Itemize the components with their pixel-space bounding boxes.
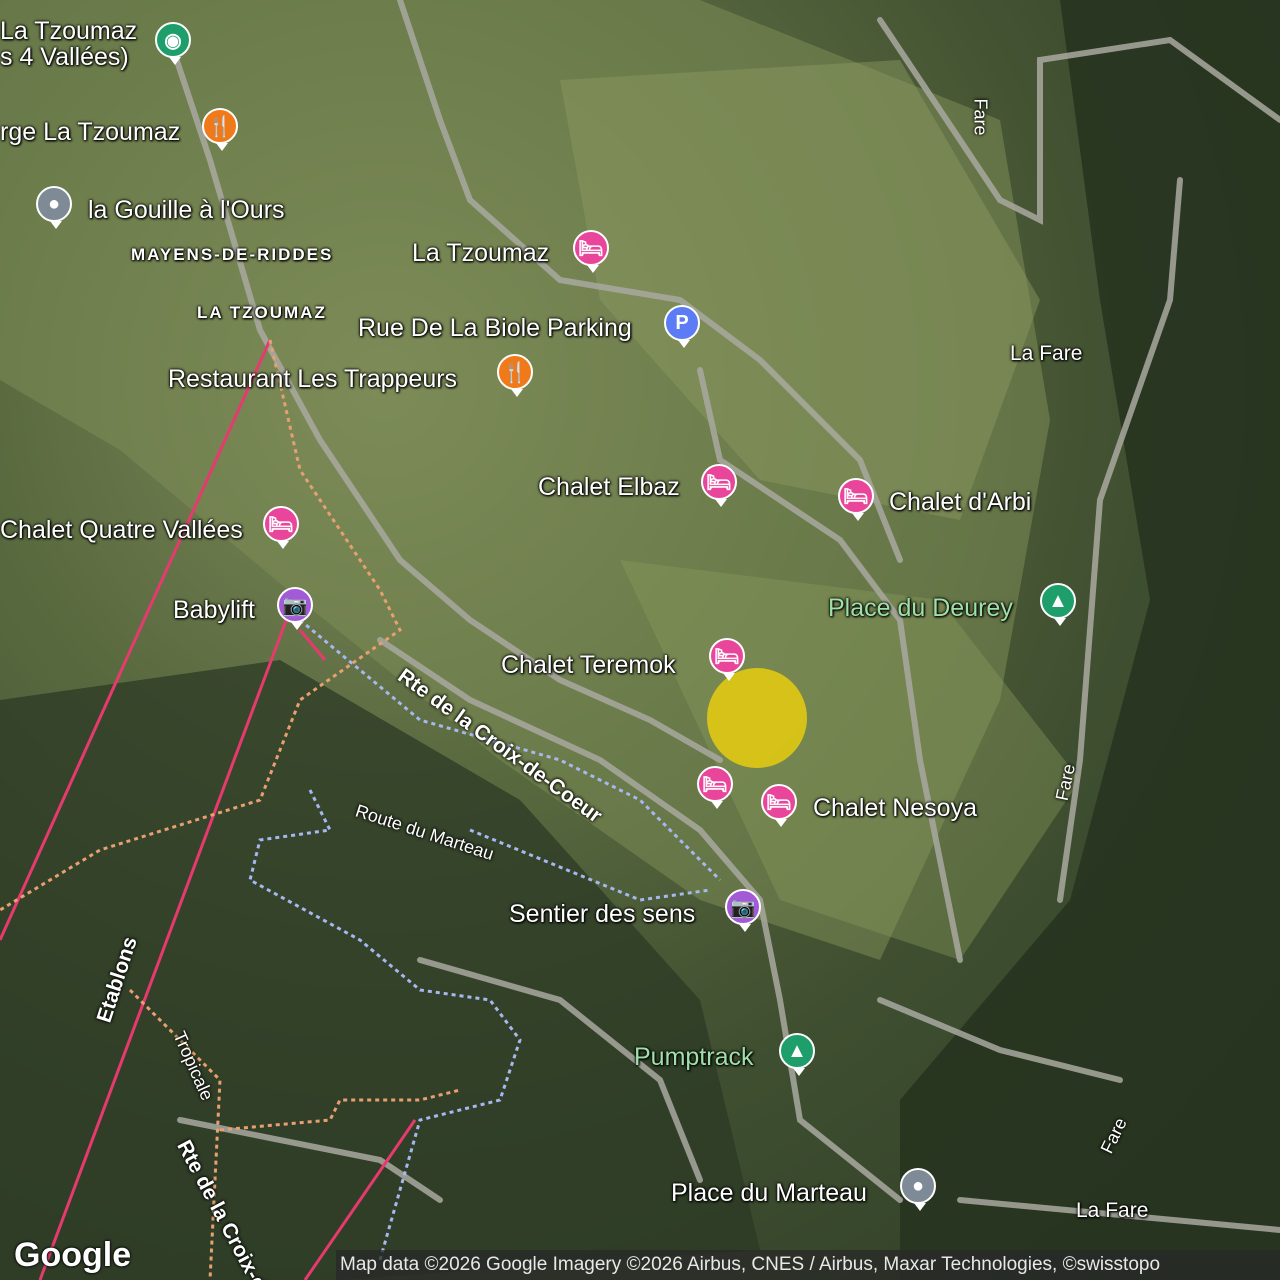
label-deurey[interactable]: Place du Deurey (828, 594, 1013, 623)
road-label-fare-1: Fare (970, 98, 991, 136)
label-sentier[interactable]: Sentier des sens (509, 900, 695, 929)
label-marteau-place[interactable]: Place du Marteau (671, 1179, 867, 1208)
bed-icon: 🛏 (573, 230, 609, 266)
arbi-hotel-pin[interactable]: 🛏 (838, 478, 878, 524)
label-arbi[interactable]: Chalet d'Arbi (889, 488, 1031, 517)
label-lafare-1: La Fare (1010, 342, 1083, 365)
camera-icon: 📷 (277, 587, 313, 623)
parking-icon: P (664, 305, 700, 341)
bed-icon: 🛏 (263, 506, 299, 542)
label-gouille[interactable]: la Gouille à l'Ours (88, 196, 285, 225)
label-latzoumaz-caps: LA TZOUMAZ (197, 303, 327, 322)
label-auberge[interactable]: rge La Tzoumaz (0, 118, 180, 147)
label-pumptrack[interactable]: Pumptrack (634, 1043, 753, 1072)
unnamed-hotel-pin[interactable]: 🛏 (697, 766, 737, 812)
camera-icon: 📷 (725, 889, 761, 925)
label-nesoya[interactable]: Chalet Nesoya (813, 794, 977, 823)
elbaz-hotel-pin[interactable]: 🛏 (701, 464, 741, 510)
quatre-hotel-pin[interactable]: 🛏 (263, 506, 303, 552)
bed-icon: 🛏 (701, 464, 737, 500)
pumptrack-park-pin[interactable]: ▲ (779, 1033, 819, 1079)
google-logo: Google (14, 1236, 132, 1274)
tree-icon: ▲ (1040, 583, 1076, 619)
gouille-poi-pin[interactable]: ● (36, 186, 76, 232)
label-elbaz[interactable]: Chalet Elbaz (538, 473, 680, 502)
label-parking[interactable]: Rue De La Biole Parking (358, 314, 632, 343)
sentier-camera-pin[interactable]: 📷 (725, 889, 765, 935)
label-trappeurs[interactable]: Restaurant Les Trappeurs (168, 365, 457, 394)
trappeurs-restaurant-pin[interactable]: 🍴 (497, 354, 537, 400)
bed-icon: 🛏 (697, 766, 733, 802)
parking-pin[interactable]: P (664, 305, 704, 351)
tzoumaz-station-pin[interactable]: ◉ (155, 22, 195, 68)
auberge-restaurant-pin[interactable]: 🍴 (202, 108, 242, 154)
label-mayens: MAYENS-DE-RIDDES (131, 245, 334, 264)
bed-icon: 🛏 (761, 784, 797, 820)
label-tzoumaz-station-line2: s 4 Vallées) (0, 43, 129, 71)
satellite-map[interactable]: ◉ 🍴 ● 🛏 P 🍴 🛏 🛏 🛏 📷 ▲ 🛏 🛏 🛏 📷 ▲ ● La Tzo… (0, 0, 1280, 1280)
bed-icon: 🛏 (838, 478, 874, 514)
dot-icon: ● (900, 1168, 936, 1204)
marteau-poi-pin[interactable]: ● (900, 1168, 940, 1214)
station-icon: ◉ (155, 22, 191, 58)
bed-icon: 🛏 (709, 638, 745, 674)
label-teremok[interactable]: Chalet Teremok (501, 651, 676, 680)
babylift-pin[interactable]: 📷 (277, 587, 317, 633)
deurey-park-pin[interactable]: ▲ (1040, 583, 1080, 629)
label-babylift[interactable]: Babylift (173, 596, 255, 625)
map-attribution[interactable]: Map data ©2026 Google Imagery ©2026 Airb… (336, 1250, 1280, 1280)
label-latzoumaz-hotel[interactable]: La Tzoumaz (412, 239, 549, 268)
latzoumaz-hotel-pin[interactable]: 🛏 (573, 230, 613, 276)
teremok-hotel-pin[interactable]: 🛏 (709, 638, 749, 684)
label-lafare-2: La Fare (1076, 1199, 1149, 1222)
label-tzoumaz-station-line1: La Tzoumaz (0, 17, 138, 45)
dot-icon: ● (36, 186, 72, 222)
fork-knife-icon: 🍴 (497, 354, 533, 390)
label-tzoumaz-station[interactable]: La Tzoumaz s 4 Vallées) (0, 18, 137, 70)
tree-icon: ▲ (779, 1033, 815, 1069)
label-quatre[interactable]: Chalet Quatre Vallées (0, 516, 243, 545)
nesoya-hotel-pin[interactable]: 🛏 (761, 784, 801, 830)
fork-knife-icon: 🍴 (202, 108, 238, 144)
